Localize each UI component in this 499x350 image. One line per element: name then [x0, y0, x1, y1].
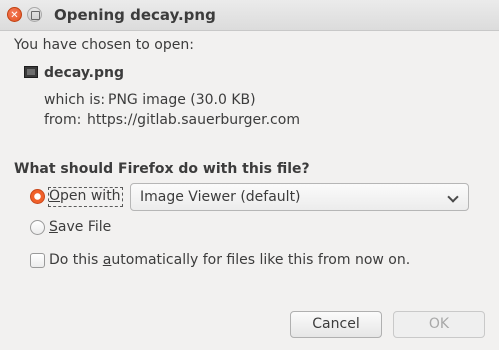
ok-button[interactable]: OK [393, 311, 485, 338]
minimize-icon[interactable] [27, 7, 42, 22]
auto-action-label-part1: Do this [49, 252, 103, 268]
auto-action-label-part2: utomatically for files like this from no… [111, 252, 411, 268]
intro-text: You have chosen to open: [14, 37, 194, 53]
auto-action-label[interactable]: Do this automatically for files like thi… [49, 252, 410, 268]
save-file-label[interactable]: Save File [49, 219, 111, 235]
close-icon[interactable]: ✕ [7, 7, 22, 22]
save-file-label-text: ave File [57, 219, 112, 235]
chevron-down-icon [447, 191, 459, 203]
save-file-mnemonic: S [49, 219, 58, 235]
window-title: Opening decay.png [54, 6, 216, 24]
file-name: decay.png [44, 65, 125, 81]
file-source-value: https://gitlab.sauerburger.com [87, 112, 300, 128]
application-select-value: Image Viewer (default) [140, 189, 301, 205]
file-source-label: from: [44, 112, 82, 128]
open-with-mnemonic: O [49, 188, 61, 204]
open-with-label[interactable]: Open with [49, 188, 121, 204]
cancel-button[interactable]: Cancel [290, 311, 382, 338]
image-file-icon [24, 66, 38, 78]
action-question: What should Firefox do with this file? [14, 161, 310, 177]
file-type-value: PNG image (30.0 KB) [108, 92, 256, 108]
auto-action-checkbox[interactable] [30, 253, 45, 268]
dialog-window: ✕ Opening decay.png You have chosen to o… [0, 0, 499, 350]
file-type-label: which is: [44, 92, 106, 108]
open-with-label-text: pen with [60, 188, 121, 204]
open-with-radio[interactable] [30, 189, 45, 204]
save-file-radio[interactable] [30, 220, 45, 235]
application-select[interactable]: Image Viewer (default) [130, 183, 469, 211]
title-bar: ✕ Opening decay.png [0, 0, 499, 31]
